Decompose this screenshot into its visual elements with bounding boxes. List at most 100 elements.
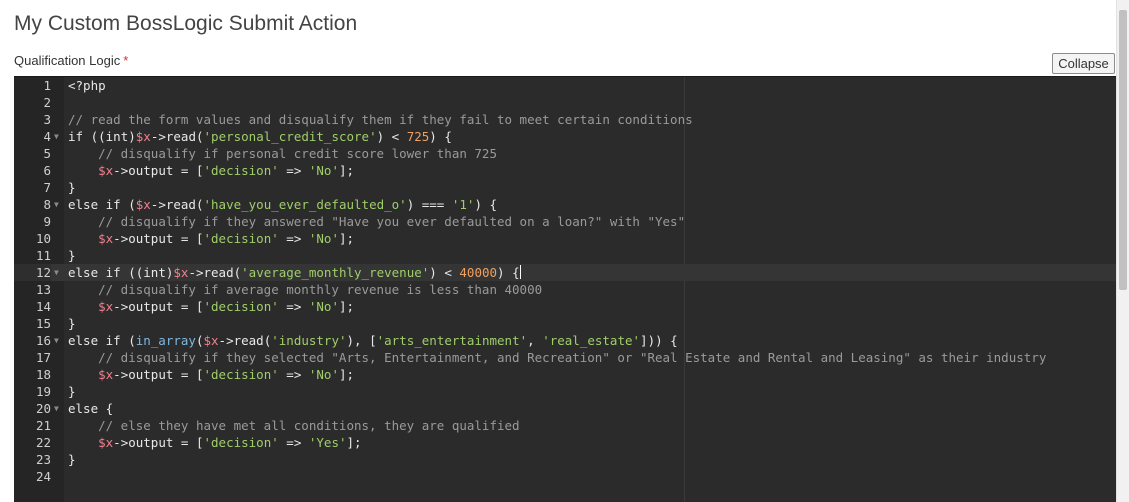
code-token: , [527, 333, 543, 348]
page-scrollbar[interactable] [1116, 0, 1129, 502]
code-text: $x->output = ['decision' => 'No']; [68, 230, 354, 247]
code-line[interactable]: 24 [14, 468, 1116, 485]
code-token: ) < [429, 265, 460, 280]
line-number: 9 [43, 214, 51, 229]
code-token: -> [150, 197, 166, 212]
code-token: // disqualify if personal credit score l… [98, 146, 497, 161]
line-number: 2 [43, 95, 51, 110]
code-token: 'personal_credit_score' [203, 129, 377, 144]
chevron-down-icon[interactable]: ▼ [54, 264, 59, 281]
chevron-down-icon[interactable]: ▼ [54, 400, 59, 417]
code-token: 'have_you_ever_defaulted_o' [203, 197, 407, 212]
code-token: else if ( [68, 333, 136, 348]
code-line[interactable]: 22 $x->output = ['decision' => 'Yes']; [14, 434, 1116, 451]
code-line[interactable]: 13 // disqualify if average monthly reve… [14, 281, 1116, 298]
code-token: $x [98, 163, 114, 178]
code-text: if ((int)$x->read('personal_credit_score… [68, 128, 452, 145]
code-token: $x [173, 265, 189, 280]
line-number: 6 [43, 163, 51, 178]
code-token: ) { [429, 129, 452, 144]
code-editor[interactable]: 1 <?php 2 3// read the form values and disq… [14, 76, 1116, 502]
code-token: 40000 [459, 265, 498, 280]
code-line[interactable]: 19} [14, 383, 1116, 400]
code-line[interactable]: 5 // disqualify if personal credit score… [14, 145, 1116, 162]
code-token: 'No' [308, 163, 339, 178]
code-line[interactable]: 1 <?php [14, 77, 1116, 94]
code-text: } [68, 383, 76, 400]
code-token: -> [113, 299, 129, 314]
code-line[interactable]: 15} [14, 315, 1116, 332]
code-token: // read the form values and disqualify t… [68, 112, 693, 127]
code-line[interactable]: 17 // disqualify if they selected "Arts,… [14, 349, 1116, 366]
code-line[interactable]: 14 $x->output = ['decision' => 'No']; [14, 298, 1116, 315]
code-token: // disqualify if they selected "Arts, En… [98, 350, 1047, 365]
line-number: 16 [35, 333, 51, 348]
code-token: -> [113, 435, 129, 450]
code-text: } [68, 179, 76, 196]
code-token: 'arts_entertainment' [376, 333, 528, 348]
code-line[interactable]: 3 // read the form values and disqualify … [14, 111, 1116, 128]
code-token: $x [98, 435, 114, 450]
line-number: 15 [35, 316, 51, 331]
chevron-down-icon[interactable]: ▼ [54, 128, 59, 145]
code-token: read( [233, 333, 272, 348]
code-text: // else they have met all conditions, th… [68, 417, 520, 434]
code-token: } [68, 452, 76, 467]
code-token: ) === [406, 197, 452, 212]
code-text: $x->output = ['decision' => 'Yes']; [68, 434, 361, 451]
code-token: ) { [474, 197, 498, 212]
code-token: 'No' [308, 299, 339, 314]
code-line[interactable]: 6 $x->output = ['decision' => 'No']; [14, 162, 1116, 179]
chevron-down-icon[interactable]: ▼ [54, 332, 59, 349]
code-line[interactable]: 4 ▼ if ((int)$x->read('personal_credit_sco… [14, 128, 1116, 145]
collapse-button[interactable]: Collapse [1052, 53, 1115, 74]
code-token: read( [165, 129, 204, 144]
code-line[interactable]: 7} [14, 179, 1116, 196]
code-token: 'industry' [271, 333, 347, 348]
code-token: => [278, 435, 309, 450]
code-token: in_array [135, 333, 196, 348]
code-line[interactable]: 23} [14, 451, 1116, 468]
code-token: 'No' [308, 231, 339, 246]
code-token: '1' [451, 197, 475, 212]
code-token: if (( [68, 129, 106, 144]
code-token: -> [113, 231, 129, 246]
code-text: $x->output = ['decision' => 'No']; [68, 162, 354, 179]
code-token: } [68, 316, 76, 331]
code-line[interactable]: 9 // disqualify if they answered "Have y… [14, 213, 1116, 230]
code-text: } [68, 315, 76, 332]
code-token: output = [ [128, 299, 204, 314]
code-line[interactable]: 18 $x->output = ['decision' => 'No']; [14, 366, 1116, 383]
code-token: 'decision' [203, 367, 279, 382]
chevron-down-icon[interactable]: ▼ [54, 196, 59, 213]
code-line[interactable]: 16 ▼ else if (in_array($x->read('industry'… [14, 332, 1116, 349]
code-line[interactable]: 21 // else they have met all conditions,… [14, 417, 1116, 434]
line-number: 5 [43, 146, 51, 161]
code-line[interactable]: 11} [14, 247, 1116, 264]
code-token: // disqualify if they answered "Have you… [98, 214, 686, 229]
code-token: -> [150, 129, 166, 144]
code-line[interactable]: 12 ▼ else if ((int)$x->read('average_month… [14, 264, 1116, 281]
code-line[interactable]: 8 ▼ else if ($x->read('have_you_ever_defau… [14, 196, 1116, 213]
code-token: $x [203, 333, 219, 348]
code-line[interactable]: 10 $x->output = ['decision' => 'No']; [14, 230, 1116, 247]
code-token: -> [218, 333, 234, 348]
code-token: // else they have met all conditions, th… [98, 418, 520, 433]
code-token: int [143, 265, 166, 280]
page-scrollbar-thumb[interactable] [1119, 10, 1127, 290]
line-number: 24 [35, 469, 51, 484]
line-number: 11 [35, 248, 51, 263]
line-number: 10 [35, 231, 51, 246]
code-token: 'decision' [203, 231, 279, 246]
code-token: // disqualify if average monthly revenue… [98, 282, 543, 297]
line-number: 22 [35, 435, 51, 450]
code-token: -> [113, 163, 129, 178]
code-line[interactable]: 20 ▼ else { [14, 400, 1116, 417]
code-text: // disqualify if personal credit score l… [68, 145, 497, 162]
line-number: 12 [14, 264, 51, 281]
code-line[interactable]: 2 [14, 94, 1116, 111]
code-token: int [105, 129, 129, 144]
